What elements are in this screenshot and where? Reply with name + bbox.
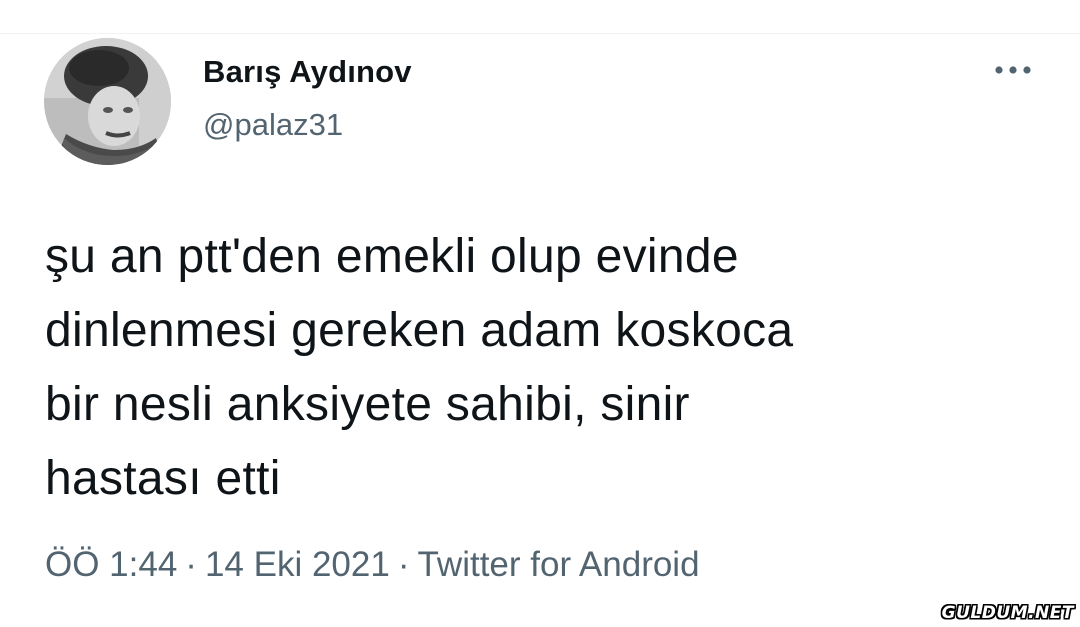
- tweet-source[interactable]: Twitter for Android: [417, 545, 699, 584]
- tweet-card: Barış Aydınov @palaz31 şu an ptt'den eme…: [0, 0, 1080, 627]
- meta-separator: ·: [397, 545, 410, 584]
- more-options-button[interactable]: [988, 52, 1038, 88]
- divider: [0, 33, 1080, 34]
- tweet-time[interactable]: ÖÖ 1:44: [45, 545, 177, 584]
- avatar-photo-icon: [44, 38, 171, 165]
- tweet-date[interactable]: 14 Eki 2021: [205, 545, 390, 584]
- author-handle[interactable]: @palaz31: [203, 107, 343, 143]
- more-horizontal-icon: [995, 66, 1031, 74]
- meta-separator: ·: [185, 545, 197, 584]
- author-avatar[interactable]: [44, 38, 171, 165]
- tweet-metadata: ÖÖ 1:44 · 14 Eki 2021 · Twitter for Android: [45, 545, 700, 585]
- tweet-text: şu an ptt'den emekli olup evinde dinlenm…: [45, 230, 794, 505]
- author-name[interactable]: Barış Aydınov: [203, 54, 412, 90]
- watermark-logo: GULDUM.NET: [941, 603, 1074, 623]
